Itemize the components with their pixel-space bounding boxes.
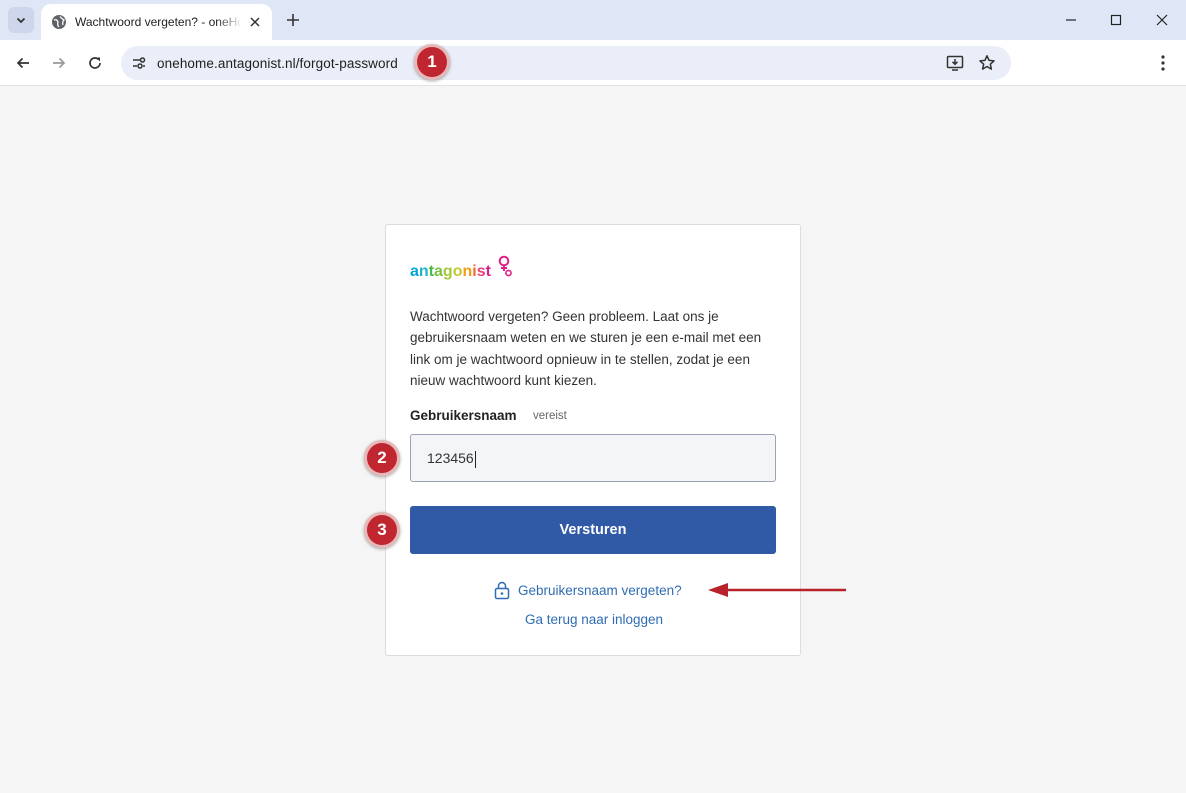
address-bar[interactable]: onehome.antagonist.nl/forgot-password bbox=[121, 46, 1011, 80]
browser-tab[interactable]: Wachtwoord vergeten? - oneHome bbox=[41, 4, 272, 40]
minimize-icon[interactable] bbox=[1059, 8, 1083, 32]
close-icon[interactable] bbox=[246, 13, 264, 31]
annotation-badge-2: 2 bbox=[364, 440, 400, 476]
antagonist-logo-wordmark: antagonist bbox=[410, 255, 512, 280]
tab-title: Wachtwoord vergeten? - oneHome bbox=[75, 15, 242, 29]
kebab-menu-icon[interactable] bbox=[1150, 50, 1176, 76]
text-caret bbox=[475, 451, 476, 468]
reload-icon[interactable] bbox=[82, 50, 108, 76]
forward-arrow-icon[interactable] bbox=[46, 50, 72, 76]
url-text: onehome.antagonist.nl/forgot-password bbox=[157, 55, 398, 71]
antagonist-logo: antagonist bbox=[410, 255, 514, 281]
tab-search-icon[interactable] bbox=[8, 7, 34, 33]
globe-icon bbox=[51, 14, 67, 30]
bookmark-star-icon[interactable] bbox=[975, 51, 999, 75]
submit-button[interactable]: Versturen bbox=[410, 506, 776, 554]
window-close-icon[interactable] bbox=[1150, 8, 1174, 32]
intro-text: Wachtwoord vergeten? Geen probleem. Laat… bbox=[410, 309, 762, 388]
annotation-badge-1: 1 bbox=[414, 44, 450, 80]
red-arrow-icon bbox=[708, 583, 846, 597]
plus-icon[interactable] bbox=[282, 9, 304, 31]
annotation-badge-3: 3 bbox=[364, 512, 400, 548]
forgot-username-label: Gebruikersnaam vergeten? bbox=[518, 582, 682, 598]
lock-icon bbox=[492, 580, 512, 600]
svg-text:antagonist: antagonist bbox=[410, 263, 492, 280]
back-to-login-link[interactable]: Ga terug naar inloggen bbox=[386, 612, 802, 627]
required-hint: vereist bbox=[533, 410, 567, 422]
install-app-icon[interactable] bbox=[943, 51, 967, 75]
site-settings-icon[interactable] bbox=[125, 49, 153, 77]
back-arrow-icon[interactable] bbox=[10, 50, 36, 76]
browser-toolbar: onehome.antagonist.nl/forgot-password bbox=[0, 40, 1186, 86]
maximize-icon[interactable] bbox=[1104, 8, 1128, 32]
username-input[interactable] bbox=[410, 434, 776, 482]
forgot-username-link[interactable]: Gebruikersnaam vergeten? bbox=[492, 580, 682, 600]
tab-strip: Wachtwoord vergeten? - oneHome bbox=[0, 0, 1186, 40]
username-label: Gebruikersnaam bbox=[410, 408, 517, 423]
